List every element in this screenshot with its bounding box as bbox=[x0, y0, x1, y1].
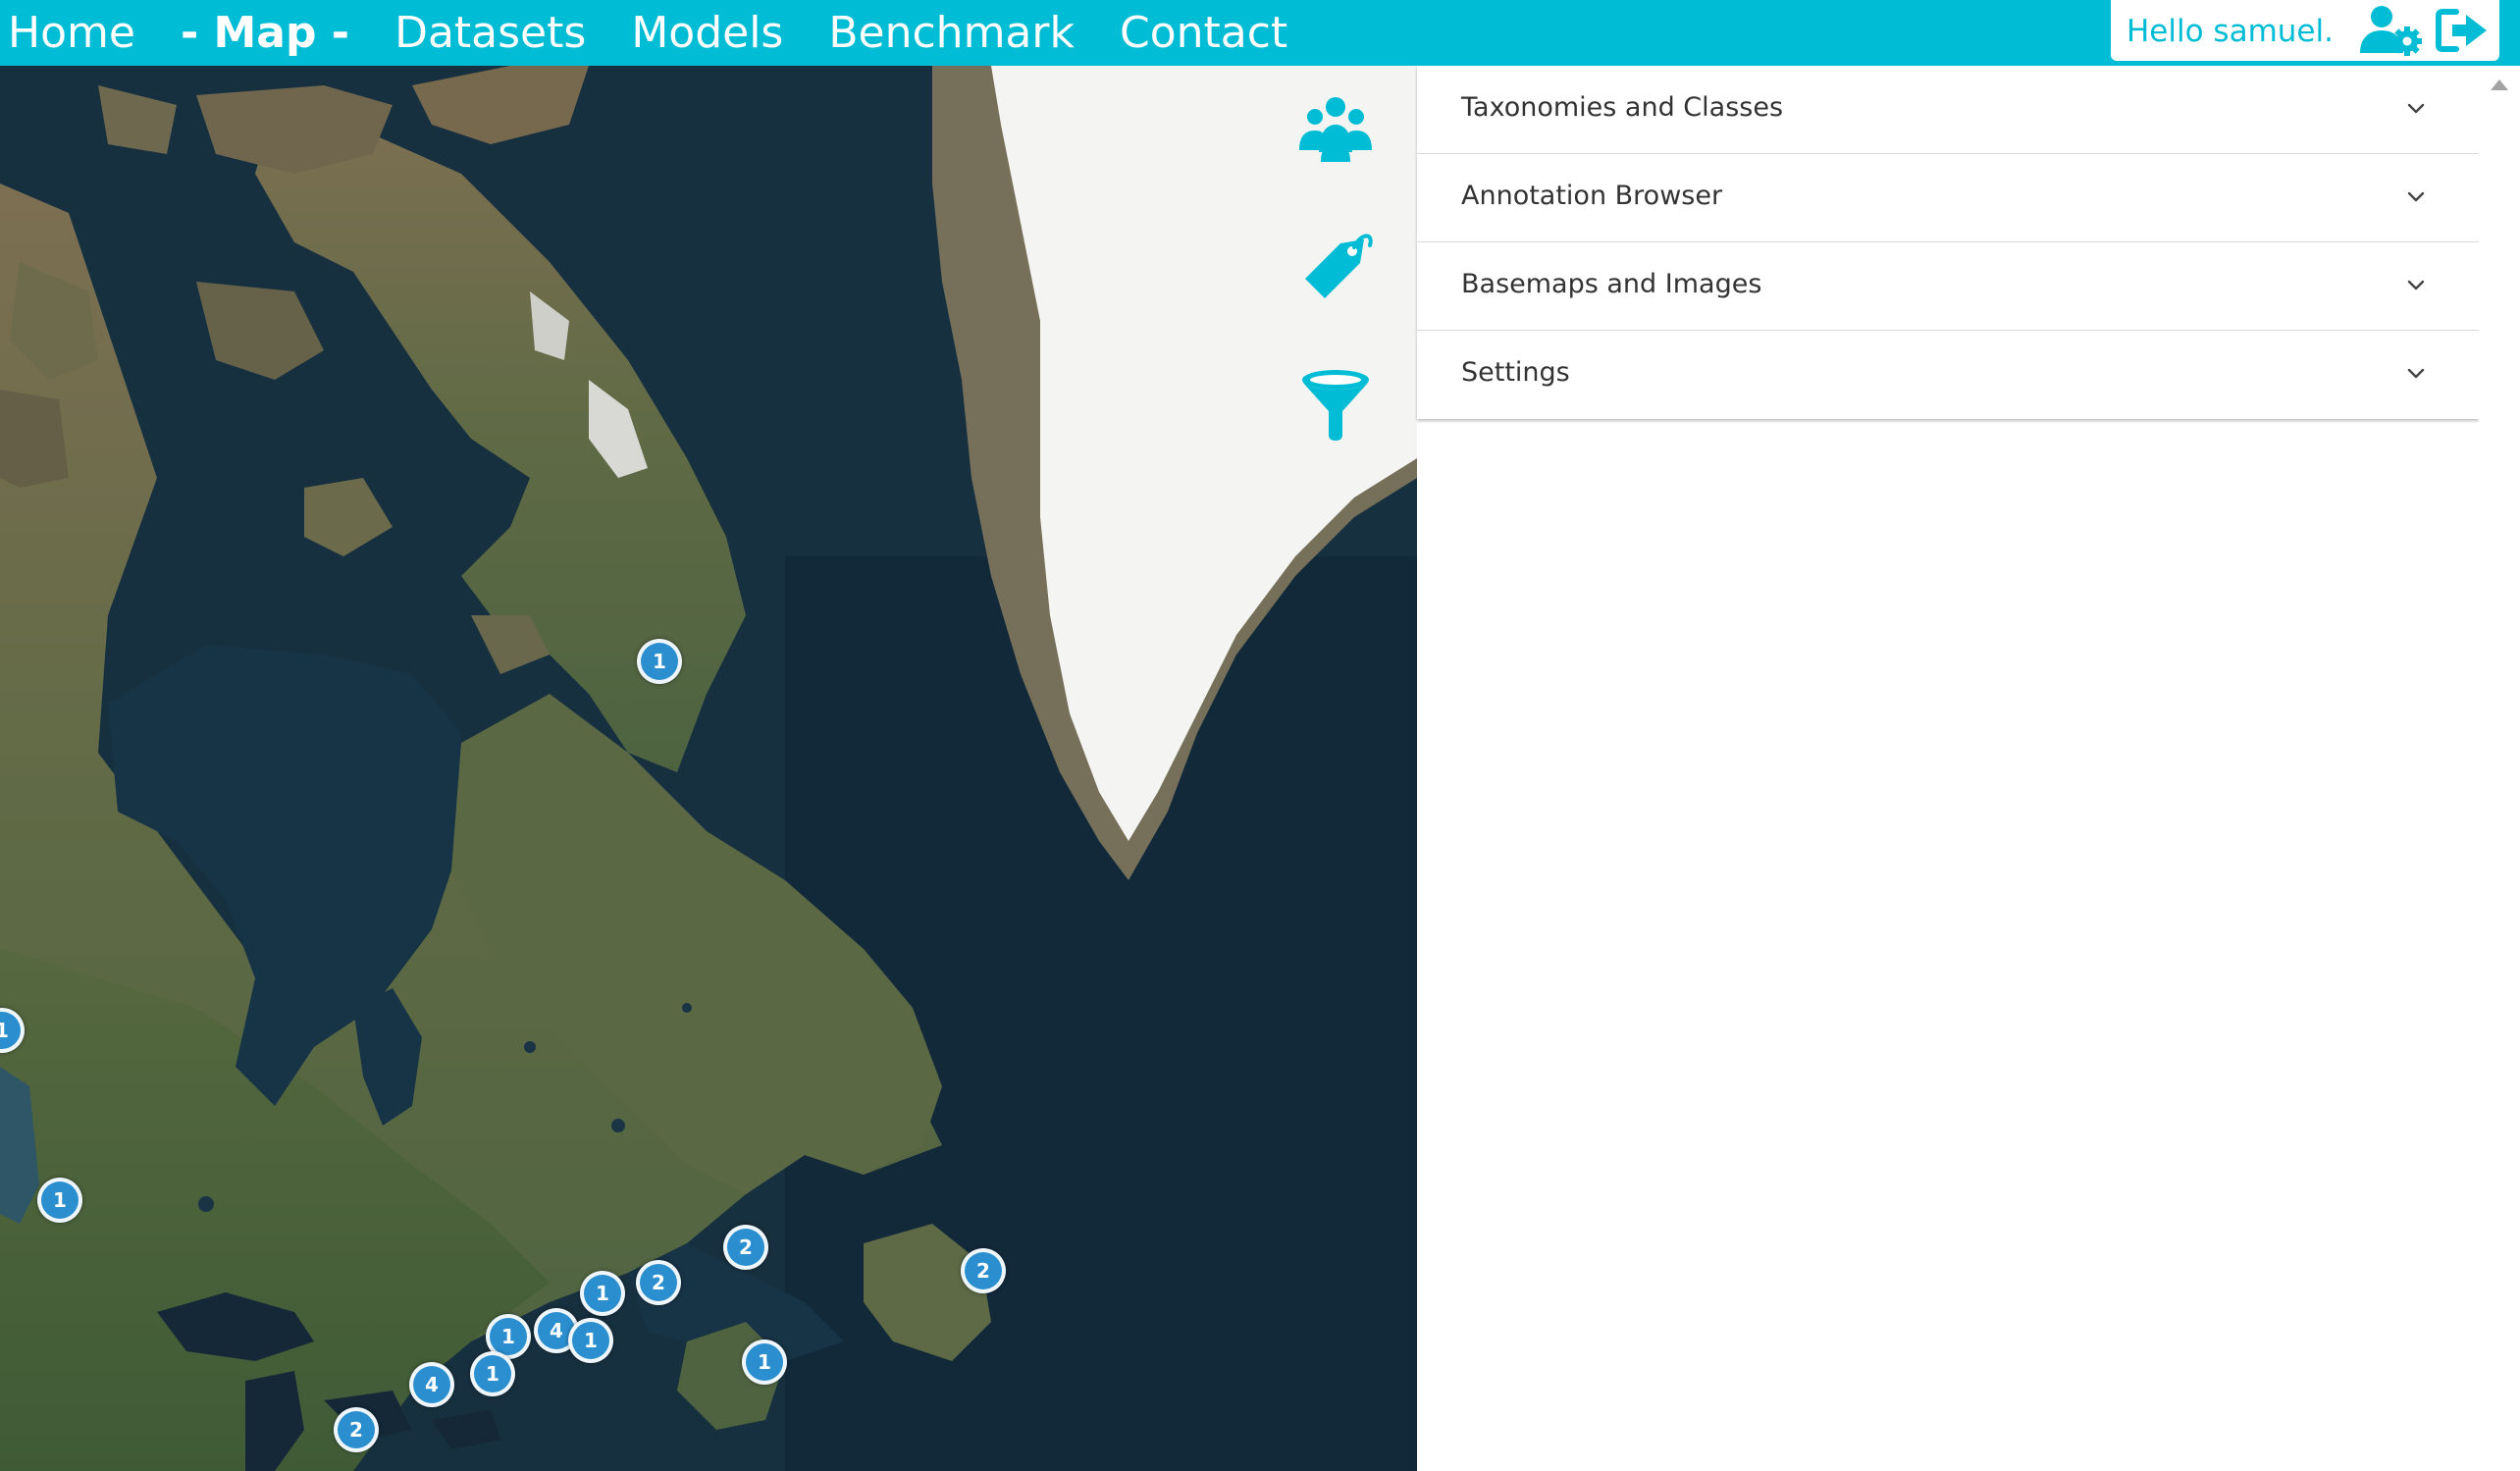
chevron-down-icon bbox=[2407, 280, 2425, 290]
map-cluster-marker[interactable]: 4 bbox=[409, 1362, 454, 1407]
nav-links: Home - Map - Datasets Models Benchmark C… bbox=[8, 0, 1333, 66]
accordion-title: Taxonomies and Classes bbox=[1461, 92, 1784, 123]
map-terrain bbox=[0, 66, 1417, 1471]
accordion-title: Settings bbox=[1461, 357, 1570, 388]
filter-icon[interactable] bbox=[1291, 360, 1380, 448]
map-cluster-marker[interactable]: 2 bbox=[334, 1407, 379, 1452]
map-cluster-marker[interactable]: 2 bbox=[961, 1248, 1006, 1293]
nav-map-link[interactable]: - Map - bbox=[181, 4, 349, 63]
side-panel: Taxonomies and Classes Annotation Browse… bbox=[1417, 66, 2479, 1471]
users-group-icon[interactable] bbox=[1291, 83, 1380, 172]
nav-datasets-link[interactable]: Datasets bbox=[394, 4, 586, 63]
map-cluster-marker[interactable]: 1 bbox=[637, 639, 682, 684]
satellite-map[interactable]: 1 1 1 2 2 2 1 4 1 1 1 4 2 1 bbox=[0, 66, 1417, 1471]
scroll-up-arrow-icon[interactable] bbox=[2491, 79, 2508, 90]
user-greeting: Hello samuel. bbox=[2126, 14, 2334, 49]
nav-contact-link[interactable]: Contact bbox=[1120, 4, 1287, 63]
chevron-down-icon bbox=[2407, 103, 2425, 114]
chevron-down-icon bbox=[2407, 368, 2425, 379]
map-cluster-marker[interactable]: 1 bbox=[568, 1318, 613, 1363]
accordion-settings[interactable]: Settings bbox=[1417, 331, 2479, 419]
nav-home-link[interactable]: Home bbox=[8, 4, 135, 63]
nav-benchmark-link[interactable]: Benchmark bbox=[828, 4, 1075, 63]
nav-models-link[interactable]: Models bbox=[631, 4, 783, 63]
top-navbar: Home - Map - Datasets Models Benchmark C… bbox=[0, 0, 2520, 66]
accordion-title: Basemaps and Images bbox=[1461, 269, 1762, 299]
accordion-basemaps[interactable]: Basemaps and Images bbox=[1417, 242, 2479, 331]
accordion-annotation-browser[interactable]: Annotation Browser bbox=[1417, 154, 2479, 242]
logout-icon[interactable] bbox=[2435, 6, 2492, 55]
accordion: Taxonomies and Classes Annotation Browse… bbox=[1417, 66, 2479, 419]
accordion-title: Annotation Browser bbox=[1461, 181, 1723, 211]
accordion-taxonomies[interactable]: Taxonomies and Classes bbox=[1417, 66, 2479, 154]
map-cluster-marker[interactable]: 2 bbox=[636, 1260, 681, 1305]
map-cluster-marker[interactable]: 1 bbox=[742, 1340, 787, 1385]
map-cluster-marker[interactable]: 1 bbox=[470, 1351, 515, 1396]
user-box: Hello samuel. bbox=[2111, 0, 2499, 61]
scrollbar[interactable] bbox=[2479, 66, 2520, 1471]
map-cluster-marker[interactable]: 2 bbox=[723, 1225, 768, 1270]
chevron-down-icon bbox=[2407, 191, 2425, 202]
user-settings-icon[interactable] bbox=[2358, 4, 2427, 57]
map-cluster-marker[interactable]: 1 bbox=[580, 1271, 625, 1316]
map-cluster-marker[interactable]: 1 bbox=[37, 1178, 82, 1223]
tag-icon[interactable] bbox=[1291, 218, 1380, 306]
